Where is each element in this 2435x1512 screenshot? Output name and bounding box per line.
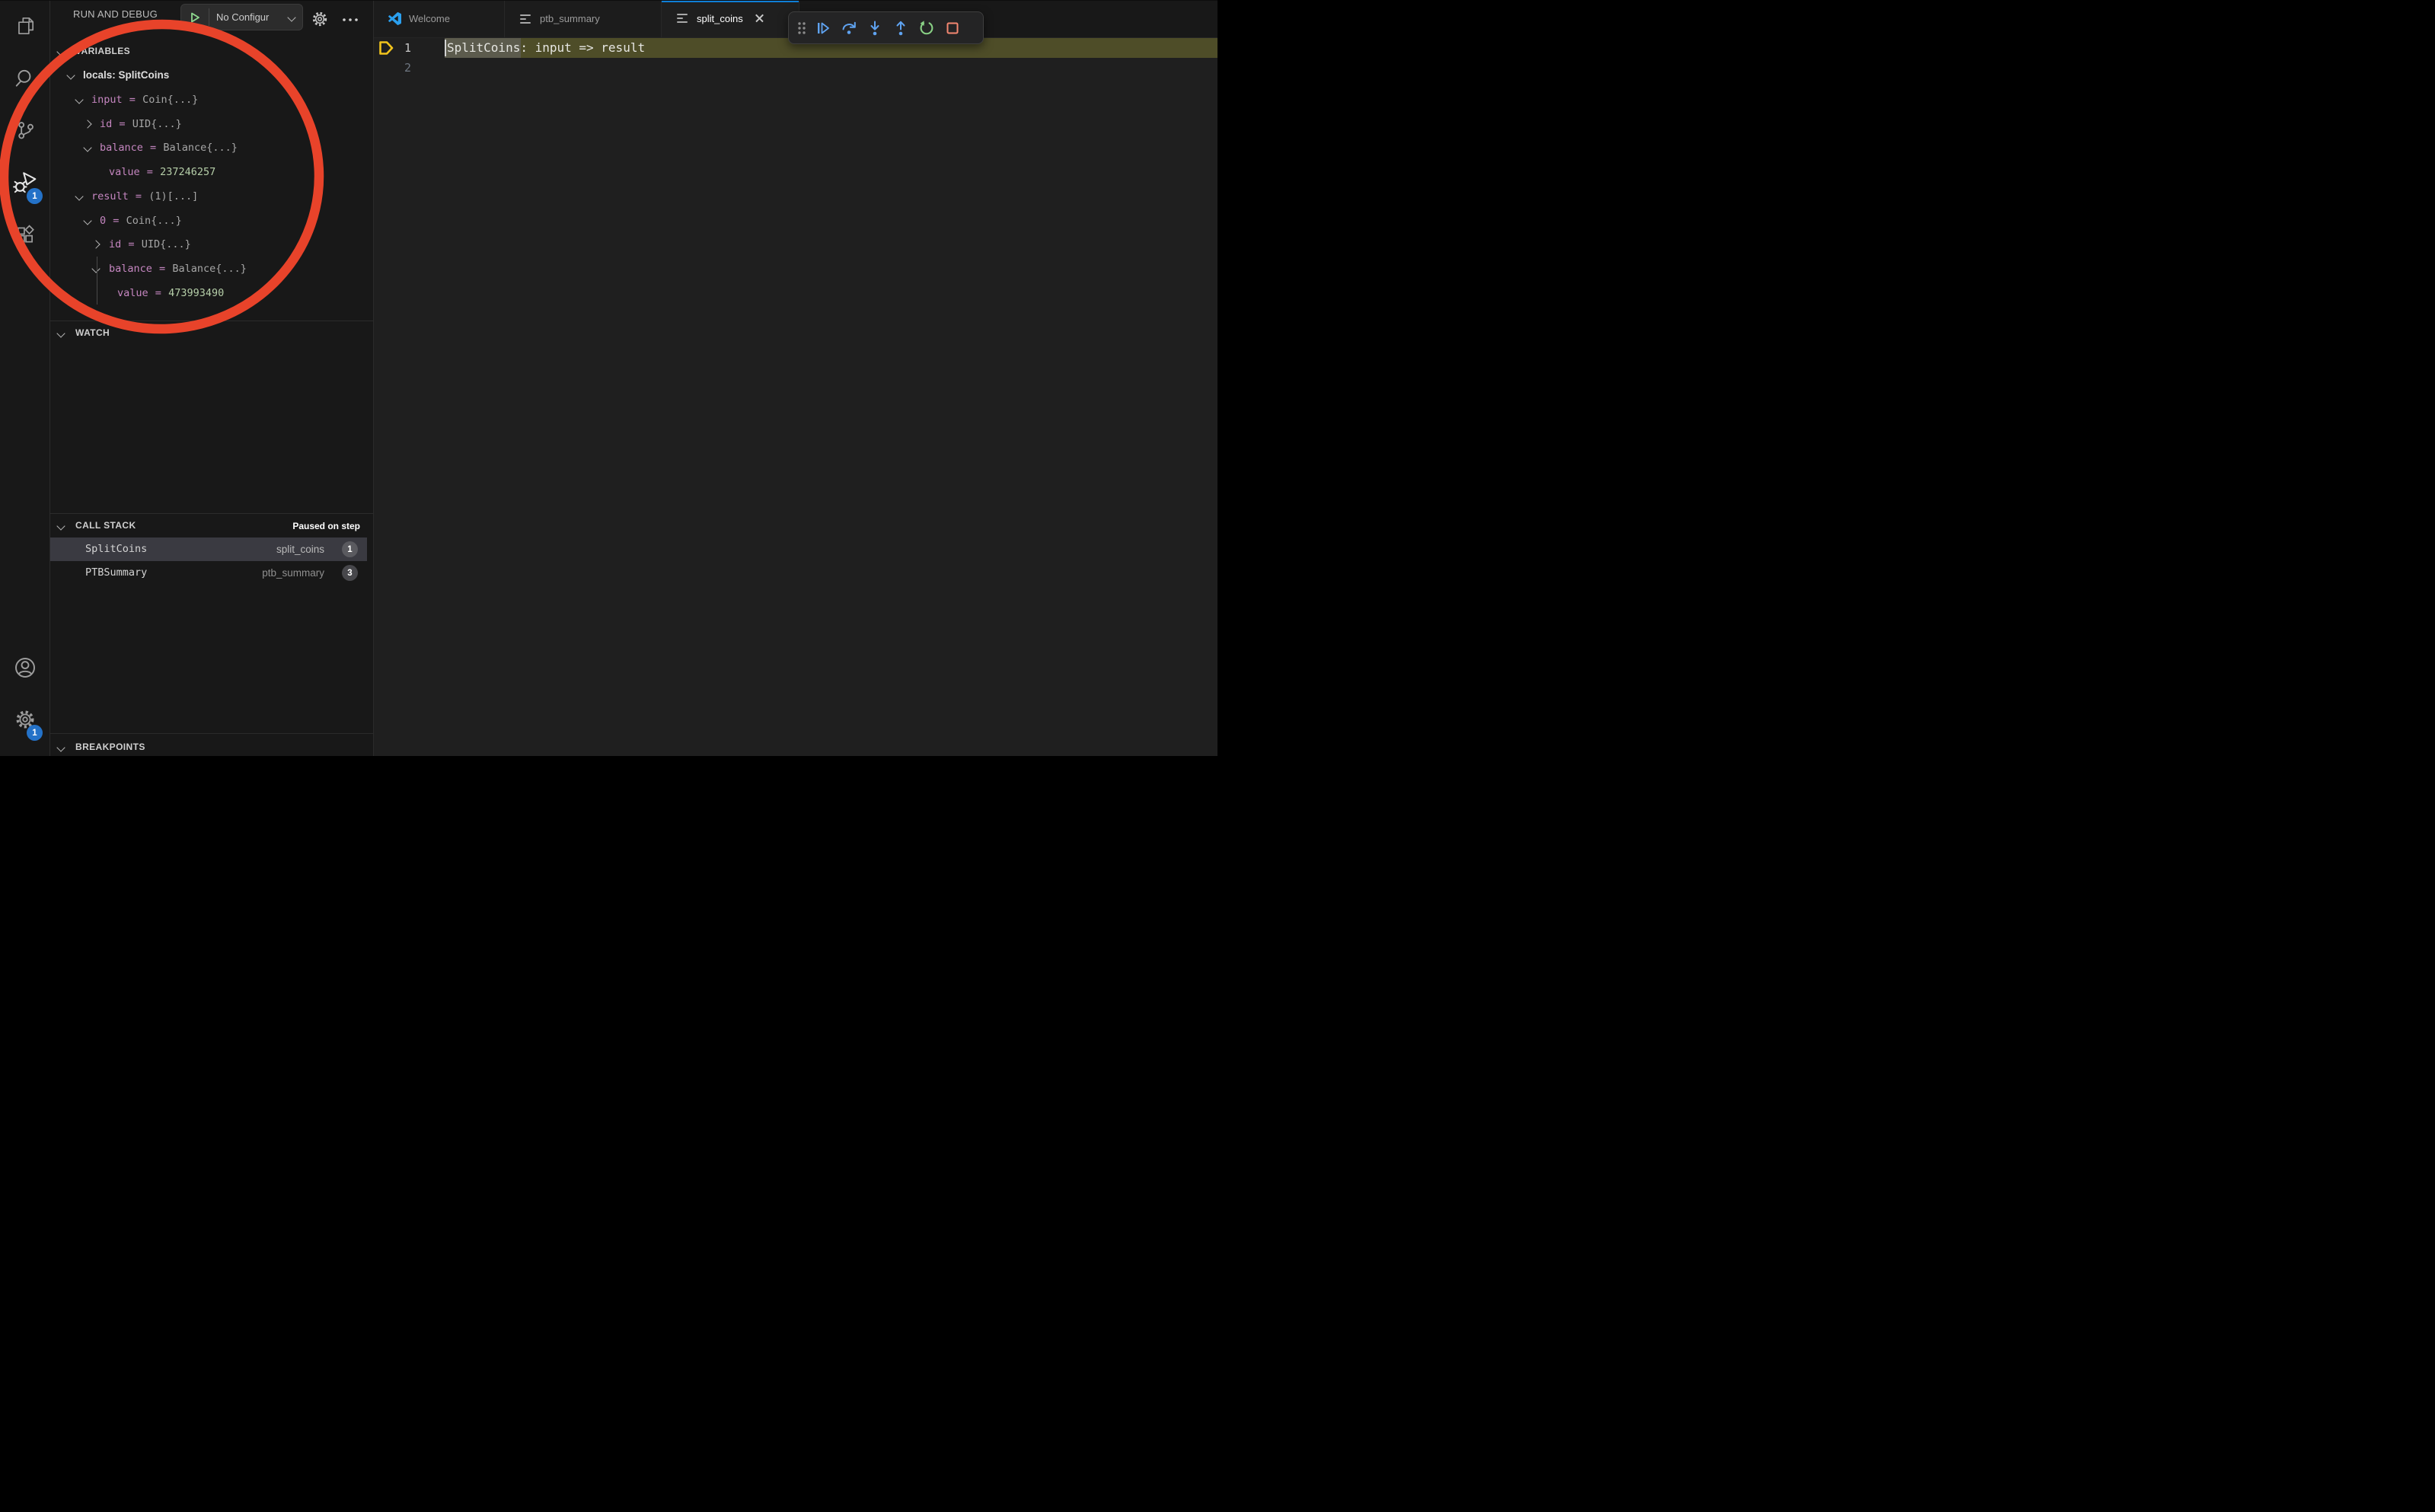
- call-stack-section-header[interactable]: CALL STACK: [75, 520, 136, 531]
- frame-line-badge: 3: [342, 565, 358, 581]
- variable-row-id-2[interactable]: id = UID{...}: [50, 232, 373, 257]
- variable-row-balance[interactable]: balance = Balance{...}: [50, 136, 373, 160]
- step-over-button[interactable]: [836, 15, 862, 41]
- chevron-down-icon[interactable]: [56, 329, 65, 337]
- variable-row-value-2[interactable]: value = 473993490: [50, 281, 373, 305]
- launch-configuration-button[interactable]: No Configur: [180, 4, 303, 30]
- variable-row-id[interactable]: id = UID{...}: [50, 112, 373, 136]
- chevron-down-icon[interactable]: [287, 13, 295, 21]
- chevron-down-icon[interactable]: [83, 143, 91, 152]
- files-icon: [14, 14, 37, 37]
- sidebar-item-run-and-debug[interactable]: 1: [0, 160, 49, 206]
- step-out-icon: [892, 20, 909, 37]
- configuration-dropdown-label[interactable]: No Configur: [209, 11, 289, 23]
- chevron-down-icon[interactable]: [56, 522, 65, 530]
- continue-icon: [815, 20, 831, 37]
- restart-icon: [918, 20, 935, 37]
- variable-row-balance-2[interactable]: balance = Balance{...}: [50, 257, 373, 281]
- debug-current-line-marker-icon[interactable]: [378, 40, 394, 59]
- settings-button[interactable]: 1: [0, 697, 49, 742]
- section-divider[interactable]: [50, 513, 373, 514]
- step-out-button[interactable]: [888, 15, 914, 41]
- sidebar-item-source-control[interactable]: [0, 107, 49, 153]
- account-icon: [13, 656, 37, 680]
- variable-row-locals[interactable]: locals: SplitCoins: [50, 63, 373, 88]
- code-line[interactable]: SplitCoins: input => result: [447, 38, 645, 58]
- source-control-icon: [14, 119, 37, 142]
- continue-button[interactable]: [810, 15, 836, 41]
- text-cursor: [445, 40, 446, 56]
- editor-group: Welcome ptb_summary split_coins 1 2 Spli…: [373, 0, 1218, 756]
- chevron-down-icon[interactable]: [83, 216, 91, 225]
- chevron-down-icon[interactable]: [56, 743, 65, 751]
- chevron-down-icon[interactable]: [91, 264, 100, 273]
- line-number: 2: [373, 58, 411, 78]
- search-icon: [14, 67, 37, 90]
- start-debug-play-icon[interactable]: [181, 8, 209, 26]
- chevron-down-icon[interactable]: [75, 192, 83, 200]
- sidebar-item-search[interactable]: [0, 56, 49, 101]
- step-over-icon: [841, 20, 857, 37]
- debug-sidebar: RUN AND DEBUG No Configur VARI: [50, 0, 374, 756]
- sidebar-title: RUN AND DEBUG: [73, 8, 158, 20]
- tab-ptb-summary[interactable]: ptb_summary: [505, 0, 662, 37]
- frame-line-badge: 1: [342, 541, 358, 557]
- section-divider[interactable]: [50, 733, 373, 734]
- restart-button[interactable]: [914, 15, 940, 41]
- list-icon: [520, 13, 532, 25]
- settings-badge: 1: [27, 725, 43, 741]
- call-stack-frame[interactable]: SplitCoins split_coins 1: [50, 537, 367, 561]
- variables-section-header[interactable]: VARIABLES: [75, 46, 130, 56]
- list-icon: [677, 12, 689, 24]
- debug-badge: 1: [27, 188, 43, 204]
- variable-row-value[interactable]: value = 237246257: [50, 160, 373, 184]
- stop-button[interactable]: [940, 15, 965, 41]
- sidebar-item-extensions[interactable]: [0, 212, 49, 257]
- variable-row-input[interactable]: input = Coin{...}: [50, 88, 373, 112]
- drag-handle-icon[interactable]: [794, 15, 809, 41]
- call-stack-status: Paused on step: [292, 521, 360, 531]
- call-stack-frame[interactable]: PTBSummary ptb_summary 3: [50, 561, 367, 585]
- vscode-window: 1: [0, 0, 1218, 756]
- more-actions-icon[interactable]: [341, 14, 359, 28]
- extensions-icon: [14, 223, 37, 246]
- account-button[interactable]: [0, 645, 49, 691]
- debug-settings-gear-icon[interactable]: [311, 10, 329, 32]
- chevron-down-icon[interactable]: [66, 71, 75, 79]
- chevron-right-icon[interactable]: [83, 120, 91, 128]
- activity-bar: 1: [0, 0, 50, 756]
- variable-row-result[interactable]: result = (1)[...]: [50, 184, 373, 209]
- step-into-button[interactable]: [862, 15, 888, 41]
- vscode-logo-icon: [388, 12, 401, 25]
- breakpoints-section-header[interactable]: BREAKPOINTS: [75, 742, 145, 752]
- variable-row-0[interactable]: 0 = Coin{...}: [50, 209, 373, 233]
- step-into-icon: [866, 20, 883, 37]
- tab-welcome[interactable]: Welcome: [373, 0, 505, 37]
- chevron-down-icon[interactable]: [56, 47, 65, 56]
- chevron-right-icon[interactable]: [91, 240, 100, 248]
- debug-toolbar: [788, 11, 984, 44]
- tab-split-coins[interactable]: split_coins: [662, 0, 799, 37]
- stop-icon: [944, 20, 961, 37]
- sidebar-item-explorer[interactable]: [0, 3, 49, 49]
- chevron-down-icon[interactable]: [75, 95, 83, 104]
- close-icon[interactable]: [754, 12, 766, 24]
- watch-section-header[interactable]: WATCH: [75, 327, 110, 338]
